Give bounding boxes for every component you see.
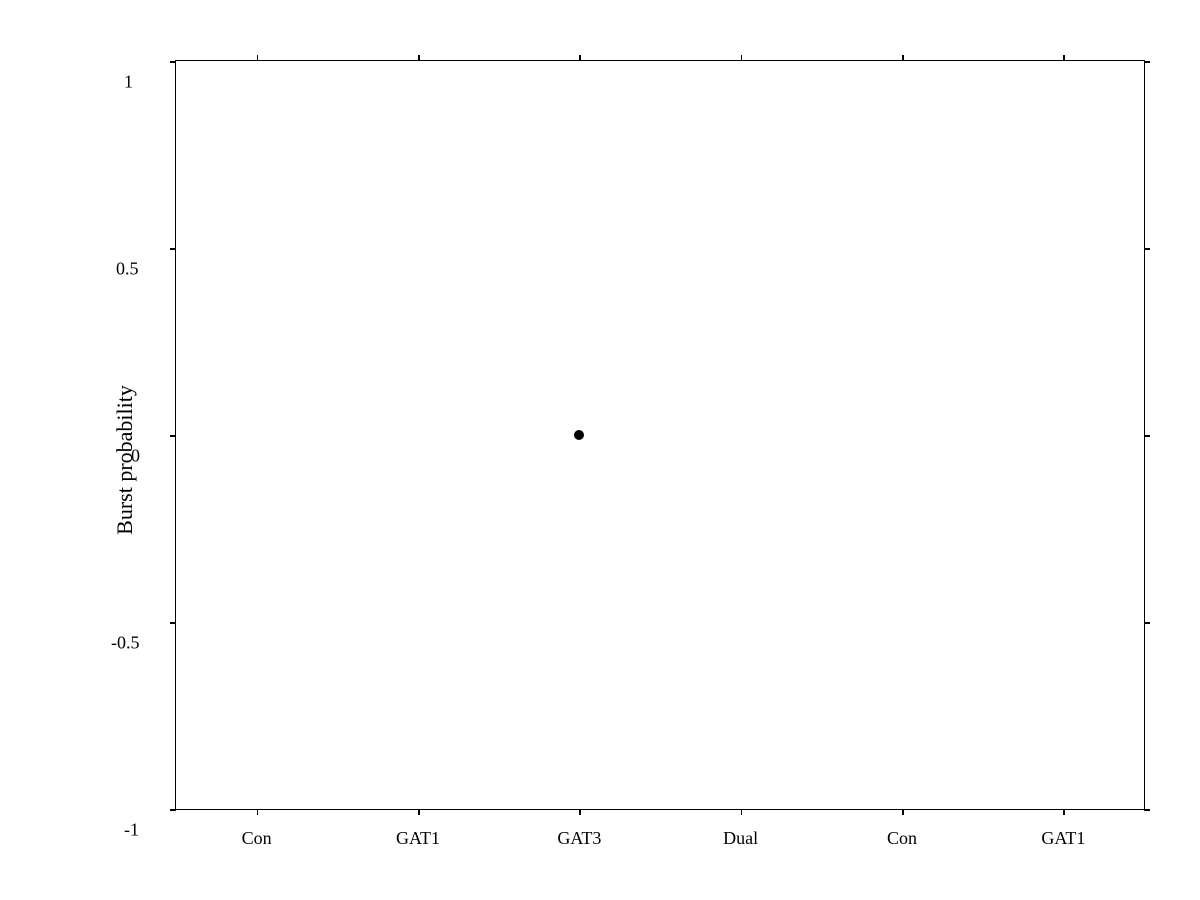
plot-area: 1 0.5 0 -0.5 -1 <box>175 60 1145 810</box>
x-tick-gat1a <box>418 809 420 815</box>
y-label-0: 0 <box>131 446 140 467</box>
x-label-dual: Dual <box>723 828 758 849</box>
y-tick-right-0 <box>1144 435 1150 437</box>
y-tick-right-n05 <box>1144 622 1150 624</box>
x-label-gat1a: GAT1 <box>396 828 440 849</box>
x-tick-dual <box>741 809 743 815</box>
x-tick-top-gat3 <box>579 55 581 61</box>
x-tick-top-dual <box>741 55 743 61</box>
x-tick-gat1b <box>1063 809 1065 815</box>
chart-container: Burst probability 1 0.5 0 -0.5 <box>0 0 1200 900</box>
x-label-gat3: GAT3 <box>557 828 601 849</box>
x-tick-top-con2 <box>902 55 904 61</box>
y-label-1: 1 <box>124 72 133 93</box>
x-label-gat1b: GAT1 <box>1041 828 1085 849</box>
x-tick-con1 <box>257 809 259 815</box>
y-tick-05 <box>170 248 176 250</box>
data-point-gat3 <box>574 430 584 440</box>
x-tick-gat3 <box>579 809 581 815</box>
x-label-con2: Con <box>887 828 917 849</box>
y-tick-n05 <box>170 622 176 624</box>
x-tick-top-con1 <box>257 55 259 61</box>
chart-wrapper: Burst probability 1 0.5 0 -0.5 <box>105 50 1155 870</box>
y-tick-n1 <box>170 809 176 811</box>
y-tick-right-n1 <box>1144 809 1150 811</box>
y-label-05: 0.5 <box>116 259 139 280</box>
y-tick-right-1 <box>1144 61 1150 63</box>
y-tick-1 <box>170 61 176 63</box>
x-tick-top-gat1b <box>1063 55 1065 61</box>
y-tick-0 <box>170 435 176 437</box>
y-label-n05: -0.5 <box>111 633 140 654</box>
x-tick-con2 <box>902 809 904 815</box>
y-label-n1: -1 <box>124 820 139 841</box>
y-tick-right-05 <box>1144 248 1150 250</box>
x-tick-top-gat1a <box>418 55 420 61</box>
x-label-con1: Con <box>242 828 272 849</box>
